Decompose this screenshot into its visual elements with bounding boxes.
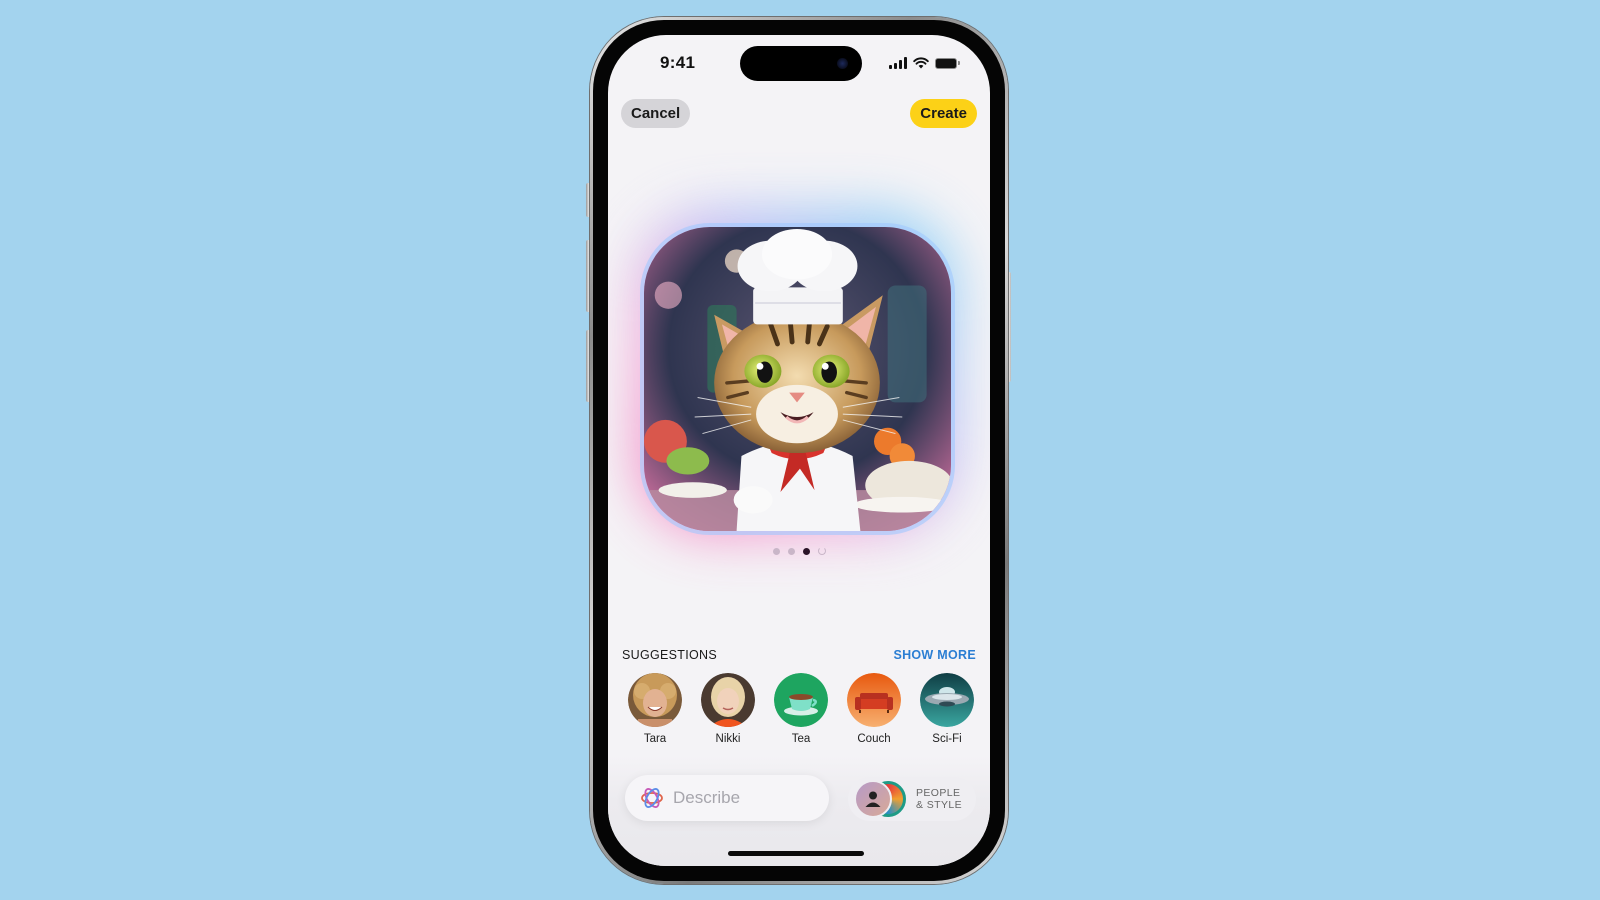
suggestions-title: SUGGESTIONS	[622, 648, 717, 662]
phone-bezel: 9:41 Cancel Create SUGGESTIONS SHOW MORE…	[593, 20, 1005, 881]
wifi-icon	[913, 57, 929, 69]
suggestions-list: Tara Nikki Tea Couch Sci-Fi	[622, 673, 980, 745]
suggestion-label: Nikki	[715, 733, 741, 745]
people-style-line2: & STYLE	[916, 799, 962, 811]
cat-chef-illustration	[644, 227, 951, 531]
status-time: 9:41	[660, 53, 696, 72]
front-camera	[837, 58, 848, 69]
create-button[interactable]: Create	[910, 99, 977, 128]
stage: 9:41 Cancel Create SUGGESTIONS SHOW MORE…	[0, 0, 1600, 900]
generated-image[interactable]	[640, 223, 955, 535]
suggestion-couch[interactable]: Couch	[841, 673, 907, 745]
status-icons	[889, 57, 960, 69]
dynamic-island	[740, 46, 862, 81]
suggestion-label: Tea	[791, 733, 811, 745]
refresh-icon[interactable]	[817, 547, 826, 555]
teacup-icon	[774, 673, 828, 727]
suggestion-tea[interactable]: Tea	[768, 673, 834, 745]
person-photo-avatar	[701, 673, 755, 727]
suggestion-tara[interactable]: Tara	[622, 673, 688, 745]
people-and-style-button[interactable]: PEOPLE & STYLE	[848, 777, 976, 821]
image-pager[interactable]	[608, 547, 990, 555]
phone-screen: 9:41 Cancel Create SUGGESTIONS SHOW MORE…	[608, 35, 990, 866]
suggestion-label: Couch	[857, 733, 891, 745]
describe-placeholder: Describe	[673, 788, 741, 807]
show-more-link[interactable]: SHOW MORE	[893, 648, 976, 662]
pager-dot[interactable]	[772, 547, 780, 555]
ufo-icon	[920, 673, 974, 727]
home-indicator[interactable]	[728, 851, 864, 856]
suggestion-sci-fi[interactable]: Sci-Fi	[914, 673, 980, 745]
iphone-frame: 9:41 Cancel Create SUGGESTIONS SHOW MORE…	[590, 17, 1008, 884]
person-icon	[854, 780, 892, 818]
cancel-button[interactable]: Cancel	[621, 99, 691, 128]
person-photo-avatar	[628, 673, 682, 727]
couch-icon	[847, 673, 901, 727]
suggestions-header: SUGGESTIONS SHOW MORE	[622, 648, 976, 662]
people-style-label: PEOPLE & STYLE	[916, 787, 962, 811]
describe-input[interactable]: Describe	[625, 775, 829, 821]
image-playground-icon	[641, 788, 663, 808]
suggestion-nikki[interactable]: Nikki	[695, 673, 761, 745]
cellular-signal-icon	[889, 57, 907, 69]
pager-dot-active[interactable]	[802, 547, 810, 555]
people-style-avatars	[854, 780, 912, 818]
suggestion-label: Sci-Fi	[932, 733, 962, 745]
battery-icon	[935, 57, 960, 69]
people-style-line1: PEOPLE	[916, 787, 961, 799]
pager-dot[interactable]	[787, 547, 795, 555]
suggestion-label: Tara	[643, 733, 667, 745]
